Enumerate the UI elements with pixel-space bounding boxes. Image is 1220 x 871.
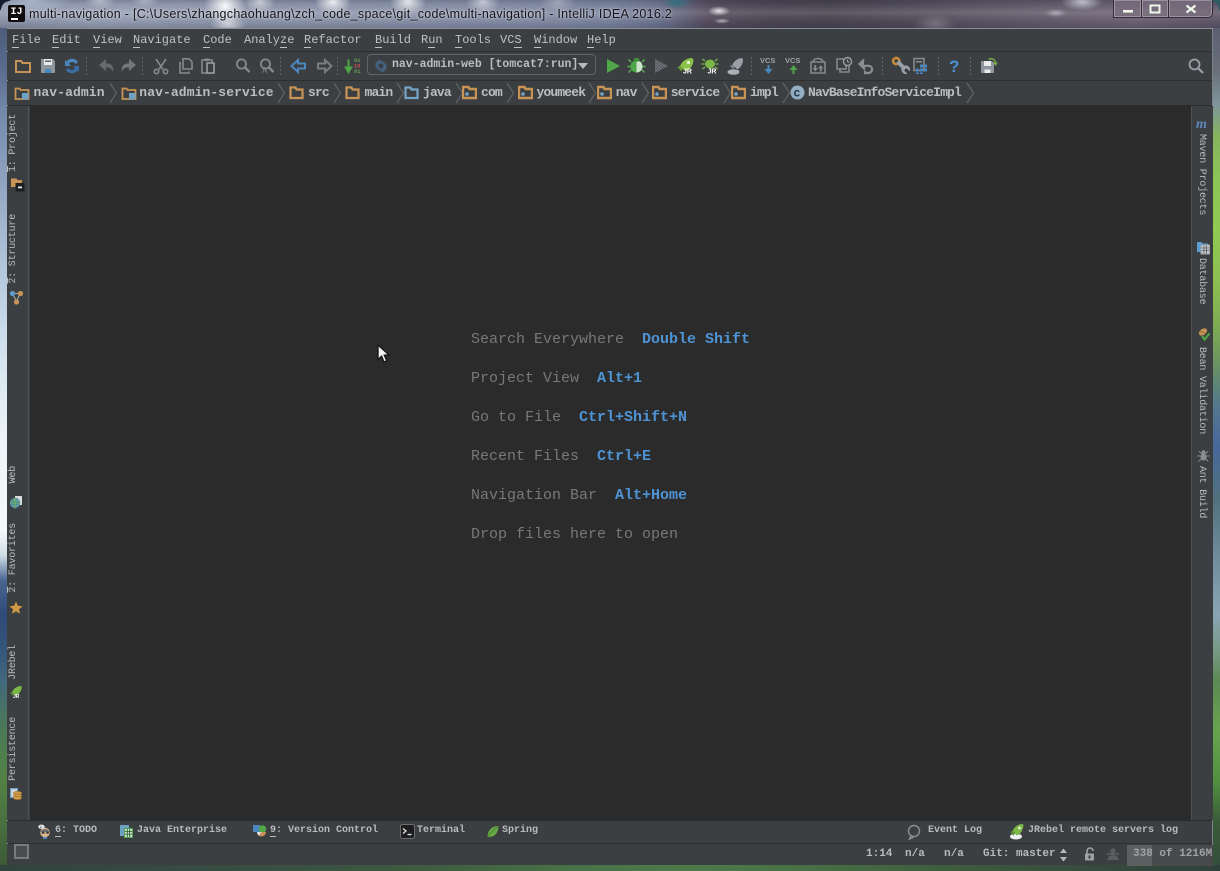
svg-text:01: 01	[354, 69, 360, 75]
svg-text:m: m	[1196, 117, 1207, 131]
svg-text:JR: JR	[708, 69, 717, 76]
svg-text:JR: JR	[683, 69, 692, 76]
svg-text:e: e	[40, 826, 43, 831]
svg-text:?: ?	[949, 57, 959, 76]
svg-text:VCS: VCS	[760, 56, 775, 65]
svg-text:C: C	[794, 89, 801, 101]
svg-text:A: A	[262, 66, 268, 75]
svg-text:JR: JR	[13, 694, 20, 699]
svg-text:VCS: VCS	[785, 56, 800, 65]
